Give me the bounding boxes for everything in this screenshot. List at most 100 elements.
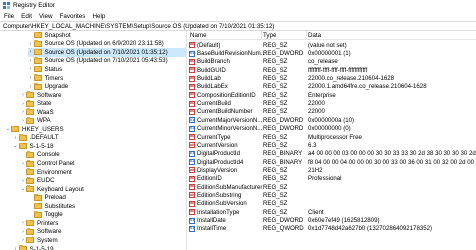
value-row[interactable]: BaseBuildRevisionNum...REG_DWORD 0x000000… [188, 49, 476, 57]
value-row[interactable]: (Default) REG_SZ (value not set) [188, 41, 476, 49]
value-name: EditionSubManufacturer [197, 183, 263, 191]
tree-item[interactable]: › EUDC [20, 176, 55, 185]
value-row[interactable]: CurrentType REG_SZ Multiprocessor Free [188, 133, 476, 141]
tree-item[interactable]: Console [20, 151, 60, 160]
chevron-right-icon[interactable]: › [28, 74, 34, 82]
folder-icon [18, 142, 27, 150]
values-list[interactable]: Name Type Data (Default) REG_SZ (value not… [188, 31, 476, 250]
value-row[interactable]: BuildLabEx REG_SZ 22000.1.amd64fre.co_rele… [188, 83, 476, 91]
tree-item[interactable]: Toggle [28, 211, 63, 220]
value-data: Client [308, 208, 324, 216]
tree-item[interactable]: › System [20, 236, 58, 245]
chevron-right-icon[interactable]: › [28, 57, 34, 65]
value-row[interactable]: EditionSubManufacturerREG_SZ [188, 183, 476, 191]
value-name: CurrentType [197, 133, 231, 141]
tree-item[interactable]: Substitutes [28, 202, 75, 211]
value-row[interactable]: DigitalProductId4 REG_BINARY f8 04 00 00 0… [188, 158, 476, 166]
menu-help[interactable]: Help [92, 13, 105, 20]
tree-item[interactable]: › Software [20, 228, 61, 237]
tree-item-label: Upgrade [44, 83, 69, 91]
tree-item[interactable]: › Source OS (Updated on 6/9/2020 23:11:58… [28, 40, 164, 49]
chevron-right-icon[interactable]: › [28, 40, 34, 48]
menu-view[interactable]: View [39, 13, 53, 20]
value-row[interactable]: BuildLab REG_SZ 22000.co_release.210604-16… [188, 74, 476, 82]
tree-item[interactable]: › Status [28, 65, 62, 74]
tree-item[interactable]: › Software [20, 91, 61, 100]
value-type: REG_SZ [263, 91, 288, 99]
value-row[interactable]: BuildBranch REG_SZ co_release [188, 58, 476, 66]
menu-file[interactable]: File [4, 13, 14, 20]
string-value-icon [189, 192, 195, 199]
tree-item[interactable]: › S-1-5-19 [13, 245, 54, 250]
tree-item[interactable]: › .DEFAULT [13, 134, 59, 143]
column-divider[interactable] [306, 31, 307, 40]
address-bar[interactable]: Computer\HKEY_LOCAL_MACHINE\SYSTEM\Setup… [0, 21, 476, 31]
chevron-right-icon[interactable]: › [28, 83, 34, 91]
chevron-right-icon[interactable]: › [13, 134, 19, 142]
value-name: BaseBuildRevisionNum... [197, 50, 266, 58]
tree-item[interactable]: Preload [28, 193, 66, 202]
folder-icon [26, 99, 34, 107]
column-header-data[interactable]: Data [308, 32, 321, 39]
tree-item[interactable]: ⌄ HKEY_USERS [5, 125, 64, 134]
value-row[interactable]: CompositionEditionID REG_SZ Enterprise [188, 91, 476, 99]
value-row[interactable]: CurrentBuild REG_SZ 22000 [188, 99, 476, 107]
value-row[interactable]: DigitalProductId REG_BINARY a4 00 00 00 03… [188, 150, 476, 158]
tree-item-label: State [37, 100, 52, 108]
tree-item-label: HKEY_USERS [22, 125, 64, 133]
column-header-name[interactable]: Name [190, 32, 207, 39]
value-row[interactable]: CurrentMajorVersionN...REG_DWORD 0x000000… [188, 116, 476, 124]
tree-item[interactable]: › Upgrade [28, 82, 69, 91]
tree-item[interactable]: › Source OS (Updated on 7/10/2021 05:43:5… [28, 57, 168, 66]
menu-favorites[interactable]: Favorites [60, 13, 86, 20]
tree-item[interactable]: › WPA [20, 116, 51, 126]
value-row[interactable]: InstallTime REG_QWORD 0x1d7748d42a627b0 (1… [188, 225, 476, 233]
tree-item[interactable]: Environment [20, 168, 72, 177]
value-row[interactable]: EditionSubstring REG_SZ [188, 191, 476, 199]
value-row[interactable]: CurrentVersion REG_SZ 6.3 [188, 141, 476, 149]
value-name: DisplayVersion [197, 166, 238, 174]
tree-item[interactable]: › Printers [20, 219, 58, 228]
tree-item-label: Source OS (Updated on 7/10/2021 01:35:12… [44, 48, 168, 56]
chevron-right-icon[interactable]: › [13, 245, 19, 250]
value-row[interactable]: DisplayVersion REG_SZ 21H2 [188, 166, 476, 174]
folder-icon [26, 236, 34, 244]
pane-splitter[interactable] [186, 31, 187, 250]
tree-item[interactable]: › Timers [28, 74, 63, 83]
tree-item-label: Control Panel [37, 160, 75, 168]
value-row[interactable]: EditionSubVersion REG_SZ [188, 200, 476, 208]
value-data: 0x00000001 (1) [308, 50, 351, 58]
chevron-right-icon[interactable]: › [28, 65, 34, 73]
chevron-right-icon[interactable]: › [28, 48, 34, 56]
value-type: REG_DWORD [263, 50, 304, 58]
value-row[interactable]: BuildGUID REG_SZ ffffffff-ffff-ffff-ffff-f… [188, 66, 476, 74]
value-row[interactable]: InstallationType REG_SZ Client [188, 208, 476, 216]
column-header-type[interactable]: Type [263, 32, 276, 39]
string-value-icon [189, 175, 195, 182]
tree-item[interactable]: › Control Panel [20, 159, 75, 168]
tree-item[interactable]: ⌄ S-1-5-18 [13, 142, 54, 151]
folder-icon [26, 91, 34, 99]
value-row[interactable]: InstallDate REG_DWORD 0x60e7ef49 (16258128… [188, 216, 476, 224]
tree-item[interactable]: ⌄ Keyboard Layout [20, 185, 84, 194]
menu-edit[interactable]: Edit [21, 13, 32, 20]
tree-item[interactable]: › Source OS (Updated on 7/10/2021 01:35:1… [27, 48, 186, 57]
value-row[interactable]: CurrentMinorVersionN...REG_DWORD 0x000000… [188, 125, 476, 133]
tree-item-label: Source OS (Updated on 7/10/2021 05:43:53… [44, 57, 168, 65]
value-data: 0x60e7ef49 (1625812809) [308, 217, 380, 225]
value-name: InstallDate [197, 217, 226, 225]
value-row[interactable]: EditionID REG_SZ Professional [188, 175, 476, 183]
column-divider[interactable] [261, 31, 262, 40]
tree-item-label: Software [37, 91, 62, 99]
tree-item-label: S-1-5-18 [29, 142, 54, 150]
tree-item[interactable]: Snapshot [28, 31, 71, 40]
chevron-down-icon[interactable]: ⌄ [13, 142, 19, 150]
value-type: REG_SZ [263, 191, 288, 199]
tree-item-label: Printers [37, 219, 59, 227]
registry-key-tree[interactable]: Snapshot › Source OS (Updated on 6/9/2020 … [0, 31, 186, 250]
tree-item[interactable]: › WaaS [20, 108, 54, 117]
string-value-icon [189, 100, 195, 107]
folder-icon [33, 193, 42, 201]
value-row[interactable]: CurrentBuildNumber REG_SZ 22000 [188, 108, 476, 116]
tree-item[interactable]: › State [20, 99, 51, 108]
